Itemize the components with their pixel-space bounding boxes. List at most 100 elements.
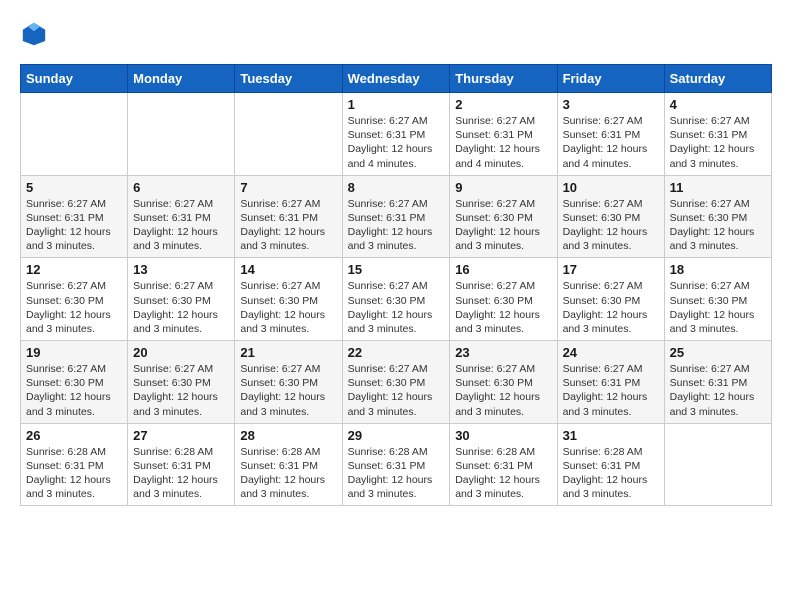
calendar-cell: 20 Sunrise: 6:27 AMSunset: 6:30 PMDayligh… — [128, 341, 235, 424]
calendar-cell: 9 Sunrise: 6:27 AMSunset: 6:30 PMDaylight… — [450, 175, 557, 258]
calendar-cell: 12 Sunrise: 6:27 AMSunset: 6:30 PMDayligh… — [21, 258, 128, 341]
day-number: 26 — [26, 428, 122, 443]
calendar-cell: 11 Sunrise: 6:27 AMSunset: 6:30 PMDayligh… — [664, 175, 771, 258]
day-info: Sunrise: 6:27 AMSunset: 6:31 PMDaylight:… — [26, 197, 122, 254]
day-info: Sunrise: 6:27 AMSunset: 6:30 PMDaylight:… — [348, 362, 445, 419]
weekday-header: Friday — [557, 65, 664, 93]
calendar-cell: 22 Sunrise: 6:27 AMSunset: 6:30 PMDayligh… — [342, 341, 450, 424]
day-number: 19 — [26, 345, 122, 360]
calendar-cell: 14 Sunrise: 6:27 AMSunset: 6:30 PMDayligh… — [235, 258, 342, 341]
day-info: Sunrise: 6:27 AMSunset: 6:31 PMDaylight:… — [670, 362, 766, 419]
calendar-header-row: SundayMondayTuesdayWednesdayThursdayFrid… — [21, 65, 772, 93]
day-info: Sunrise: 6:27 AMSunset: 6:30 PMDaylight:… — [563, 279, 659, 336]
weekday-header: Wednesday — [342, 65, 450, 93]
day-info: Sunrise: 6:27 AMSunset: 6:30 PMDaylight:… — [133, 279, 229, 336]
weekday-header: Saturday — [664, 65, 771, 93]
day-number: 24 — [563, 345, 659, 360]
weekday-header: Thursday — [450, 65, 557, 93]
calendar-cell: 31Sunrise: 6:28 AMSunset: 6:31 PMDayligh… — [557, 423, 664, 506]
weekday-header: Sunday — [21, 65, 128, 93]
day-number: 5 — [26, 180, 122, 195]
calendar-week-row: 5 Sunrise: 6:27 AMSunset: 6:31 PMDaylight… — [21, 175, 772, 258]
calendar-cell: 17 Sunrise: 6:27 AMSunset: 6:30 PMDayligh… — [557, 258, 664, 341]
weekday-header: Tuesday — [235, 65, 342, 93]
page-header — [20, 20, 772, 48]
day-info: Sunrise: 6:27 AMSunset: 6:31 PMDaylight:… — [133, 197, 229, 254]
day-number: 22 — [348, 345, 445, 360]
day-number: 20 — [133, 345, 229, 360]
calendar-cell: 25 Sunrise: 6:27 AMSunset: 6:31 PMDayligh… — [664, 341, 771, 424]
day-info: Sunrise: 6:27 AMSunset: 6:31 PMDaylight:… — [348, 197, 445, 254]
logo — [20, 20, 52, 48]
calendar-cell: 26Sunrise: 6:28 AMSunset: 6:31 PMDayligh… — [21, 423, 128, 506]
day-info: Sunrise: 6:27 AMSunset: 6:30 PMDaylight:… — [26, 279, 122, 336]
day-info: Sunrise: 6:27 AMSunset: 6:31 PMDaylight:… — [670, 114, 766, 171]
day-number: 6 — [133, 180, 229, 195]
calendar-cell: 29 Sunrise: 6:28 AMSunset: 6:31 PMDayligh… — [342, 423, 450, 506]
day-number: 7 — [240, 180, 336, 195]
day-info: Sunrise: 6:27 AMSunset: 6:31 PMDaylight:… — [563, 114, 659, 171]
day-number: 29 — [348, 428, 445, 443]
calendar-table: SundayMondayTuesdayWednesdayThursdayFrid… — [20, 64, 772, 506]
day-number: 12 — [26, 262, 122, 277]
day-info: Sunrise: 6:27 AMSunset: 6:30 PMDaylight:… — [670, 197, 766, 254]
calendar-cell: 3 Sunrise: 6:27 AMSunset: 6:31 PMDaylight… — [557, 93, 664, 176]
day-number: 9 — [455, 180, 551, 195]
calendar-cell: 18 Sunrise: 6:27 AMSunset: 6:30 PMDayligh… — [664, 258, 771, 341]
day-info: Sunrise: 6:27 AMSunset: 6:30 PMDaylight:… — [670, 279, 766, 336]
day-number: 30 — [455, 428, 551, 443]
day-number: 4 — [670, 97, 766, 112]
day-info: Sunrise: 6:27 AMSunset: 6:30 PMDaylight:… — [348, 279, 445, 336]
day-number: 23 — [455, 345, 551, 360]
calendar-cell: 24 Sunrise: 6:27 AMSunset: 6:31 PMDayligh… — [557, 341, 664, 424]
calendar-cell: 19 Sunrise: 6:27 AMSunset: 6:30 PMDayligh… — [21, 341, 128, 424]
calendar-week-row: 12 Sunrise: 6:27 AMSunset: 6:30 PMDayligh… — [21, 258, 772, 341]
logo-icon — [20, 20, 48, 48]
day-info: Sunrise: 6:27 AMSunset: 6:30 PMDaylight:… — [455, 279, 551, 336]
day-number: 2 — [455, 97, 551, 112]
day-number: 15 — [348, 262, 445, 277]
calendar-cell: 30 Sunrise: 6:28 AMSunset: 6:31 PMDayligh… — [450, 423, 557, 506]
day-info: Sunrise: 6:27 AMSunset: 6:30 PMDaylight:… — [26, 362, 122, 419]
day-number: 31 — [563, 428, 659, 443]
day-number: 1 — [348, 97, 445, 112]
day-number: 18 — [670, 262, 766, 277]
calendar-cell: 6 Sunrise: 6:27 AMSunset: 6:31 PMDaylight… — [128, 175, 235, 258]
day-info: Sunrise: 6:27 AMSunset: 6:30 PMDaylight:… — [240, 279, 336, 336]
calendar-cell: 28Sunrise: 6:28 AMSunset: 6:31 PMDayligh… — [235, 423, 342, 506]
calendar-cell: 15 Sunrise: 6:27 AMSunset: 6:30 PMDayligh… — [342, 258, 450, 341]
calendar-cell — [21, 93, 128, 176]
day-number: 21 — [240, 345, 336, 360]
day-number: 8 — [348, 180, 445, 195]
day-info: Sunrise: 6:27 AMSunset: 6:31 PMDaylight:… — [348, 114, 445, 171]
calendar-cell: 4 Sunrise: 6:27 AMSunset: 6:31 PMDaylight… — [664, 93, 771, 176]
calendar-cell — [235, 93, 342, 176]
day-number: 17 — [563, 262, 659, 277]
calendar-cell: 2Sunrise: 6:27 AMSunset: 6:31 PMDaylight… — [450, 93, 557, 176]
day-info: Sunrise: 6:27 AMSunset: 6:30 PMDaylight:… — [133, 362, 229, 419]
day-number: 25 — [670, 345, 766, 360]
calendar-cell: 16 Sunrise: 6:27 AMSunset: 6:30 PMDayligh… — [450, 258, 557, 341]
day-info: Sunrise: 6:27 AMSunset: 6:30 PMDaylight:… — [455, 197, 551, 254]
calendar-cell: 8 Sunrise: 6:27 AMSunset: 6:31 PMDaylight… — [342, 175, 450, 258]
day-info: Sunrise: 6:27 AMSunset: 6:31 PMDaylight:… — [563, 362, 659, 419]
calendar-cell: 5 Sunrise: 6:27 AMSunset: 6:31 PMDaylight… — [21, 175, 128, 258]
calendar-cell: 1 Sunrise: 6:27 AMSunset: 6:31 PMDaylight… — [342, 93, 450, 176]
day-info: Sunrise: 6:28 AMSunset: 6:31 PMDaylight:… — [348, 445, 445, 502]
day-info: Sunrise: 6:28 AMSunset: 6:31 PMDaylight:… — [455, 445, 551, 502]
day-info: Sunrise: 6:27 AMSunset: 6:30 PMDaylight:… — [563, 197, 659, 254]
day-number: 10 — [563, 180, 659, 195]
day-info: Sunrise: 6:27 AMSunset: 6:30 PMDaylight:… — [240, 362, 336, 419]
calendar-cell — [664, 423, 771, 506]
day-info: Sunrise: 6:28 AMSunset: 6:31 PMDaylight:… — [133, 445, 229, 502]
day-number: 3 — [563, 97, 659, 112]
day-number: 11 — [670, 180, 766, 195]
calendar-cell: 21 Sunrise: 6:27 AMSunset: 6:30 PMDayligh… — [235, 341, 342, 424]
day-number: 13 — [133, 262, 229, 277]
day-number: 27 — [133, 428, 229, 443]
calendar-week-row: 26 Sunrise: 6:28 AMSunset: 6:31 PMDayligh… — [21, 423, 772, 506]
day-number: 16 — [455, 262, 551, 277]
calendar-cell: 7Sunrise: 6:27 AMSunset: 6:31 PMDaylight… — [235, 175, 342, 258]
calendar-week-row: 1 Sunrise: 6:27 AMSunset: 6:31 PMDaylight… — [21, 93, 772, 176]
day-number: 14 — [240, 262, 336, 277]
